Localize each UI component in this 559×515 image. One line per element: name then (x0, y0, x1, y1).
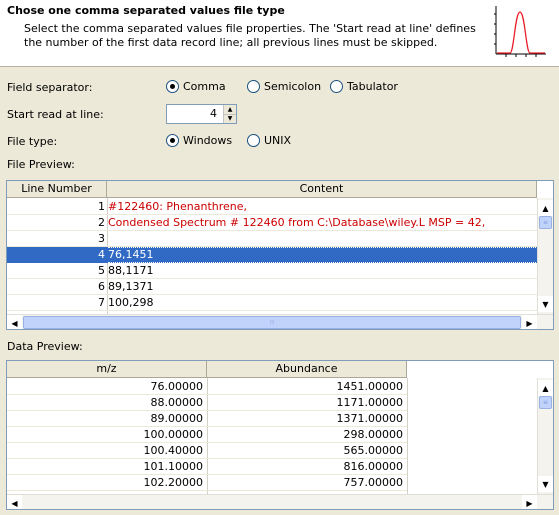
data-preview-label: Data Preview: (7, 340, 83, 353)
data-preview-hscrollbar[interactable]: ◀ ▶ (7, 494, 553, 509)
table-row[interactable]: 100.00000 298.00000 (7, 427, 407, 443)
scroll-right-icon[interactable]: ▶ (522, 495, 537, 509)
hscroll-thumb[interactable]: ⦙⦙⦙ (23, 316, 521, 329)
scroll-left-icon[interactable]: ◀ (7, 315, 22, 329)
radio-semicolon[interactable]: Semicolon (247, 80, 321, 93)
abundance-cell: 1171.00000 (336, 396, 403, 409)
start-line-input[interactable]: 4 (167, 105, 223, 123)
scroll-down-icon[interactable]: ▼ (538, 296, 553, 312)
content-cell: 88,1171 (108, 264, 154, 277)
mz-cell: 89.00000 (150, 412, 204, 425)
abundance-cell: 565.00000 (343, 444, 404, 457)
data-preview-table[interactable]: m/z Abundance 76.00000 1451.00000 88.00000… (6, 360, 554, 510)
radio-unix[interactable]: UNIX (247, 134, 291, 147)
radio-tabulator-label: Tabulator (347, 80, 398, 93)
mz-cell: 102.20000 (143, 476, 204, 489)
line-number-cell: 6 (98, 280, 105, 293)
page-title: Chose one comma separated values file ty… (7, 4, 285, 17)
column-header-line-number[interactable]: Line Number (7, 181, 107, 198)
file-preview-vscrollbar[interactable]: ▲ ≡ ▼ (537, 198, 553, 314)
radio-comma-label: Comma (183, 80, 226, 93)
abundance-cell: 298.00000 (343, 428, 404, 441)
abundance-cell: 1371.00000 (336, 412, 403, 425)
wizard-header: Chose one comma separated values file ty… (0, 0, 559, 67)
line-number-cell: 3 (98, 232, 105, 245)
content-cell: 89,1371 (108, 280, 154, 293)
file-preview-table[interactable]: Line Number Content 1 #122460: Phenanthre… (6, 180, 554, 330)
radio-windows[interactable]: Windows (166, 134, 232, 147)
abundance-cell: 816.00000 (343, 460, 404, 473)
radio-comma[interactable]: Comma (166, 80, 226, 93)
line-number-cell: 7 (98, 296, 105, 309)
scroll-thumb[interactable]: ≡ (539, 396, 552, 409)
table-row[interactable]: 76.00000 1451.00000 (7, 379, 407, 395)
field-separator-label: Field separator: (7, 81, 93, 94)
table-row[interactable]: 4 76,1451 (7, 247, 537, 263)
content-cell: 100,298 (108, 296, 154, 309)
line-number-cell: 2 (98, 216, 105, 229)
scroll-up-icon[interactable]: ▲ (538, 200, 553, 216)
radio-tabulator[interactable]: Tabulator (330, 80, 398, 93)
table-row[interactable]: 7 100,298 (7, 295, 537, 311)
column-header-mz[interactable]: m/z (7, 361, 207, 378)
content-cell: Condensed Spectrum # 122460 from C:\Data… (108, 216, 486, 229)
radio-unix-label: UNIX (264, 134, 292, 147)
mz-cell: 100.40000 (143, 444, 204, 457)
table-row[interactable]: 6 89,1371 (7, 279, 537, 295)
mz-cell: 76.00000 (150, 380, 204, 393)
file-type-label: File type: (7, 135, 58, 148)
start-line-spinner[interactable]: 4 ▲ ▼ (166, 104, 237, 124)
table-row[interactable]: 5 88,1171 (7, 263, 537, 279)
column-header-content[interactable]: Content (107, 181, 537, 198)
mz-cell: 101.10000 (143, 460, 204, 473)
spin-down-icon[interactable]: ▼ (224, 114, 236, 123)
radio-semicolon-label: Semicolon (264, 80, 322, 93)
spectrum-graph-icon (494, 6, 546, 57)
scroll-up-icon[interactable]: ▲ (538, 380, 553, 396)
line-number-cell: 4 (98, 248, 105, 261)
page-description: Select the comma separated values file p… (24, 22, 476, 49)
scroll-thumb[interactable]: ≡ (539, 216, 552, 229)
content-cell: #122460: Phenanthrene, (108, 200, 248, 213)
file-preview-hscrollbar[interactable]: ◀ ⦙⦙⦙ ▶ (7, 314, 553, 329)
abundance-cell: 1451.00000 (336, 380, 403, 393)
mz-cell: 88.00000 (150, 396, 204, 409)
scroll-down-icon[interactable]: ▼ (538, 476, 553, 492)
table-row[interactable]: 101.10000 816.00000 (7, 459, 407, 475)
line-number-cell: 1 (98, 200, 105, 213)
line-number-cell: 5 (98, 264, 105, 277)
data-preview-vscrollbar[interactable]: ▲ ≡ ▼ (537, 378, 553, 494)
table-row[interactable]: 2 Condensed Spectrum # 122460 from C:\Dat… (7, 215, 537, 231)
file-preview-label: File Preview: (7, 158, 75, 171)
column-header-abundance[interactable]: Abundance (207, 361, 407, 378)
table-row[interactable]: 102.20000 757.00000 (7, 475, 407, 491)
scroll-left-icon[interactable]: ◀ (7, 495, 22, 509)
abundance-cell: 757.00000 (343, 476, 404, 489)
table-row[interactable]: 1 #122460: Phenanthrene, (7, 199, 537, 215)
mz-cell: 100.00000 (143, 428, 204, 441)
spin-up-icon[interactable]: ▲ (224, 105, 236, 115)
table-row[interactable]: 89.00000 1371.00000 (7, 411, 407, 427)
table-row[interactable]: 3 (7, 231, 537, 247)
content-cell: 76,1451 (108, 247, 536, 263)
start-line-label: Start read at line: (7, 108, 104, 121)
table-row[interactable]: 88.00000 1171.00000 (7, 395, 407, 411)
content-cell (108, 231, 536, 247)
table-row[interactable]: 100.40000 565.00000 (7, 443, 407, 459)
scroll-right-icon[interactable]: ▶ (522, 315, 537, 329)
radio-windows-label: Windows (183, 134, 233, 147)
